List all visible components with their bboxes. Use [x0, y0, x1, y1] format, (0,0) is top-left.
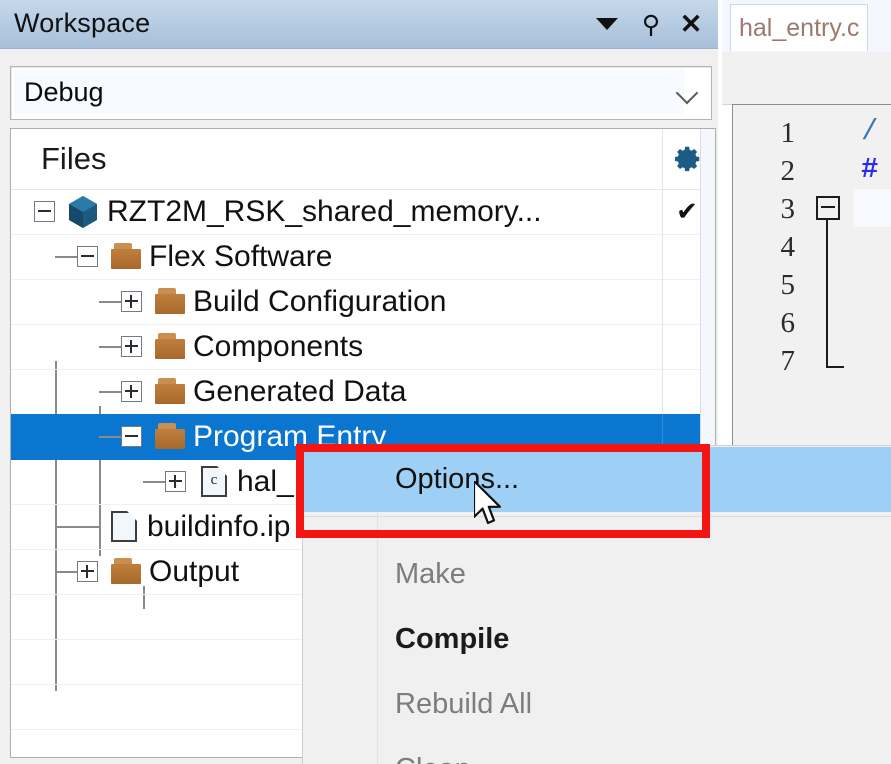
menu-separator	[303, 516, 891, 517]
project-cube-icon	[67, 195, 99, 228]
editor-subtoolbar	[722, 52, 891, 105]
tree-column-separator	[662, 234, 663, 279]
expander-toggle[interactable]	[34, 201, 55, 222]
tree-row-label: Output	[149, 555, 240, 588]
menu-item-make[interactable]: Make	[303, 542, 891, 607]
editor-tab-hal-entry-c[interactable]: hal_entry.c	[730, 4, 869, 51]
screen: Workspace ⚲ ✕ Debug Files RZT2M_RSK_shar…	[0, 0, 891, 764]
line-number: 1	[780, 117, 796, 149]
file-icon	[111, 511, 137, 542]
tree-row-label: Generated Data	[193, 375, 407, 408]
tree-connector	[55, 571, 77, 573]
menu-item-compile[interactable]: Compile	[303, 607, 891, 672]
line-number: 5	[780, 269, 796, 301]
folder-icon	[155, 333, 185, 359]
line-number: 3	[780, 193, 796, 225]
code-text-preprocessor: #	[861, 153, 879, 186]
expander-toggle[interactable]	[121, 291, 142, 312]
folder-icon	[111, 558, 141, 584]
tree-row[interactable]: Generated Data	[11, 369, 701, 415]
tree-row-label: buildinfo.ip	[147, 510, 291, 543]
folder-icon	[155, 378, 185, 404]
expander-toggle[interactable]	[165, 471, 186, 492]
pin-icon: ⚲	[641, 9, 661, 39]
mouse-cursor	[472, 479, 508, 529]
panel-close-button[interactable]: ✕	[676, 9, 706, 39]
configuration-select[interactable]: Debug	[10, 66, 712, 120]
code-fold-end	[826, 366, 844, 368]
tree-connector	[99, 346, 121, 348]
tree-row[interactable]: Components	[11, 324, 701, 370]
tree-connector	[99, 436, 121, 438]
folder-icon	[111, 243, 141, 269]
tree-connector	[143, 481, 165, 483]
panel-menu-button[interactable]	[592, 9, 622, 39]
gear-icon	[675, 146, 700, 172]
editor-tabstrip: hal_entry.c	[722, 0, 891, 53]
file-tree-header: Files	[11, 129, 701, 190]
panel-pin-button[interactable]: ⚲	[636, 9, 666, 39]
folder-icon	[155, 288, 185, 314]
code-fold-toggle[interactable]	[816, 196, 840, 220]
files-column-header: Files	[41, 141, 107, 176]
tree-row-label: Flex Software	[149, 240, 333, 273]
panel-title: Workspace	[14, 8, 151, 38]
code-fold-line	[826, 220, 828, 368]
tree-column-separator	[662, 369, 663, 414]
status-badge: ✔	[676, 196, 698, 226]
menu-item-clean[interactable]: Clean	[303, 737, 891, 764]
menu-item-rebuild-all[interactable]: Rebuild All	[303, 672, 891, 737]
tree-connector	[99, 301, 121, 303]
tree-row-label: Components	[193, 330, 364, 363]
line-number: 2	[780, 155, 796, 187]
configuration-select-value: Debug	[14, 70, 684, 114]
expander-toggle[interactable]	[121, 381, 142, 402]
caret-down-icon	[596, 18, 618, 30]
context-menu[interactable]: Options... Make Compile Rebuild All Clea…	[302, 445, 891, 764]
folder-icon	[155, 423, 185, 449]
code-line-highlight	[853, 189, 891, 227]
tree-row-label: Build Configuration	[193, 285, 447, 318]
tree-connector	[55, 256, 77, 258]
expander-toggle[interactable]	[121, 336, 142, 357]
line-number: 7	[780, 345, 796, 377]
c-file-icon: c	[201, 466, 227, 497]
tree-row[interactable]: Build Configuration	[11, 279, 701, 325]
workspace-titlebar: Workspace ⚲ ✕	[0, 0, 718, 49]
chevron-down-icon[interactable]	[675, 81, 701, 105]
tree-column-separator	[662, 279, 663, 324]
close-icon: ✕	[679, 8, 703, 39]
tree-row[interactable]: Flex Software	[11, 234, 701, 280]
expander-toggle[interactable]	[121, 426, 142, 447]
tree-row-label: hal_	[237, 465, 294, 498]
tree-column-separator	[662, 324, 663, 369]
menu-item-options[interactable]: Options...	[303, 447, 891, 512]
tree-connector	[99, 391, 121, 393]
tree-row-label: RZT2M_RSK_shared_memory...	[107, 195, 542, 228]
line-number: 4	[780, 231, 796, 263]
code-text-comment: /	[861, 115, 879, 148]
expander-toggle[interactable]	[77, 561, 98, 582]
tree-connector	[55, 526, 101, 528]
line-number: 6	[780, 307, 796, 339]
tree-settings-button[interactable]	[662, 129, 701, 189]
expander-toggle[interactable]	[77, 246, 98, 267]
tree-row[interactable]: RZT2M_RSK_shared_memory... ✔	[11, 189, 701, 235]
